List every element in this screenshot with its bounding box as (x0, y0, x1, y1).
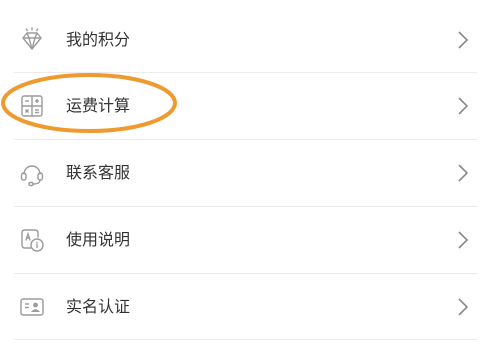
id-card-icon (18, 293, 46, 321)
diamond-icon (18, 26, 46, 54)
menu-item-identity-verification[interactable]: 实名认证 (0, 273, 491, 340)
chevron-right-icon (457, 297, 469, 317)
menu-item-points[interactable]: 我的积分 (0, 6, 491, 73)
menu-item-label: 运费计算 (66, 96, 131, 115)
chevron-right-icon (457, 163, 469, 183)
menu-item-customer-service[interactable]: 联系客服 (0, 139, 491, 206)
menu-list: 我的积分 运费计算 联系客服 使用说明 实名认证 (0, 0, 491, 346)
menu-item-freight-calculator[interactable]: 运费计算 (0, 72, 491, 139)
menu-item-label: 使用说明 (66, 230, 131, 249)
headset-icon (18, 159, 46, 187)
menu-item-label: 我的积分 (66, 30, 131, 49)
menu-item-label: 联系客服 (66, 163, 131, 182)
chevron-right-icon (457, 230, 469, 250)
menu-item-label: 实名认证 (66, 297, 131, 316)
chevron-right-icon (457, 96, 469, 116)
chevron-right-icon (457, 30, 469, 50)
menu-item-instructions[interactable]: 使用说明 (0, 206, 491, 273)
manual-icon (18, 226, 46, 254)
calculator-icon (18, 92, 46, 120)
divider (14, 339, 477, 340)
